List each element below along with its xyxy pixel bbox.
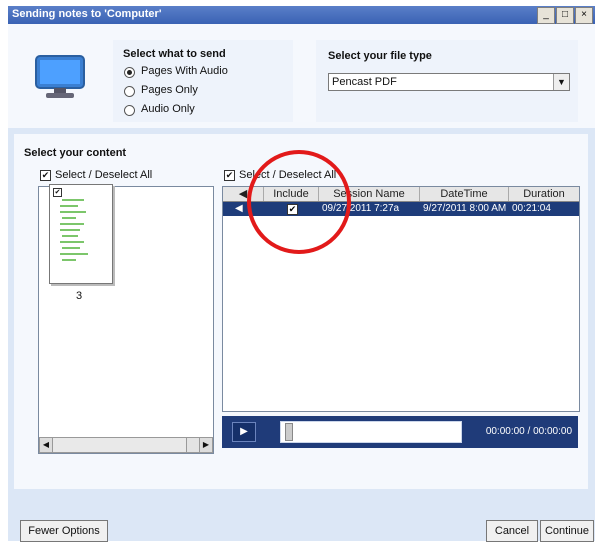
select-all-sessions-checkbox[interactable]: ✔ <box>224 170 235 181</box>
content-heading: Select your content <box>24 147 127 159</box>
session-datetime: 9/27/2011 8:00 AM <box>423 203 507 214</box>
column-header[interactable]: Duration <box>509 187 579 201</box>
audio-icon: ◀ <box>235 203 243 214</box>
note-scribble <box>60 253 88 255</box>
note-scribble <box>62 247 80 249</box>
horizontal-scrollbar[interactable]: ◀ ▶ <box>39 437 213 453</box>
note-scribble <box>60 229 80 231</box>
player-time: 00:00:00 / 00:00:00 <box>485 426 572 437</box>
page-number: 3 <box>76 290 83 302</box>
note-scribble <box>60 205 78 207</box>
radio-audio-only[interactable] <box>124 105 135 116</box>
option-label: Pages With Audio <box>141 65 228 77</box>
progress-handle[interactable] <box>285 423 293 441</box>
window-title: Sending notes to 'Computer' <box>12 8 162 20</box>
filetype-heading: Select your file type <box>328 50 432 62</box>
close-button[interactable]: × <box>575 7 593 24</box>
select-all-sessions-label: Select / Deselect All <box>239 169 337 181</box>
filetype-group: Select your file type Pencast PDF ▼ <box>316 40 578 122</box>
audio-progress-track[interactable] <box>280 421 462 443</box>
filetype-select[interactable]: Pencast PDF ▼ <box>328 73 570 91</box>
cancel-button[interactable]: Cancel <box>486 520 538 542</box>
speaker-icon: ◀ <box>223 187 264 201</box>
note-scribble <box>60 223 84 225</box>
note-scribble <box>62 217 76 219</box>
options-panel: Select what to send Pages With Audio Pag… <box>8 24 595 128</box>
continue-button[interactable]: Continue <box>540 520 594 542</box>
dialog-window: Sending notes to 'Computer' _ □ × Select… <box>0 0 603 547</box>
session-duration: 00:21:04 <box>512 203 551 214</box>
page-thumbnail[interactable]: ✔ <box>49 184 113 284</box>
fewer-options-button[interactable]: Fewer Options <box>20 520 108 542</box>
page-checkbox[interactable]: ✔ <box>53 188 62 197</box>
session-name: 09/27/2011 7:27a <box>322 203 400 214</box>
maximize-button[interactable]: □ <box>556 7 574 24</box>
note-scribble <box>62 259 76 261</box>
audio-player: ▶ 00:00:00 / 00:00:00 <box>222 416 578 448</box>
note-scribble <box>60 241 84 243</box>
column-header[interactable]: Session Name <box>319 187 420 201</box>
note-scribble <box>60 211 86 213</box>
table-header: ◀ Include Session Name DateTime Duration <box>223 187 579 202</box>
column-header[interactable]: Include <box>264 187 319 201</box>
option-label: Audio Only <box>141 103 195 115</box>
minimize-button[interactable]: _ <box>537 7 555 24</box>
computer-monitor-icon <box>34 54 86 100</box>
scroll-right-icon[interactable]: ▶ <box>199 438 212 452</box>
title-bar[interactable]: Sending notes to 'Computer' _ □ × <box>8 6 595 25</box>
table-row[interactable]: ◀ ✔ 09/27/2011 7:27a 9/27/2011 8:00 AM 0… <box>223 202 579 216</box>
send-heading: Select what to send <box>123 48 226 60</box>
sessions-table: ◀ Include Session Name DateTime Duration… <box>222 186 580 412</box>
note-scribble <box>62 199 84 201</box>
select-all-pages-label: Select / Deselect All <box>55 169 153 181</box>
column-header[interactable]: DateTime <box>420 187 509 201</box>
radio-pages-with-audio[interactable] <box>124 67 135 78</box>
note-scribble <box>62 235 78 237</box>
filetype-value: Pencast PDF <box>332 76 397 88</box>
scroll-left-icon[interactable]: ◀ <box>40 438 53 452</box>
scroll-thumb[interactable] <box>186 438 200 452</box>
include-checkbox[interactable]: ✔ <box>287 204 298 215</box>
select-all-pages-checkbox[interactable]: ✔ <box>40 170 51 181</box>
radio-pages-only[interactable] <box>124 86 135 97</box>
send-options-group: Select what to send Pages With Audio Pag… <box>113 40 293 122</box>
option-label: Pages Only <box>141 84 198 96</box>
play-icon[interactable]: ▶ <box>232 422 256 442</box>
chevron-down-icon[interactable]: ▼ <box>553 74 569 90</box>
